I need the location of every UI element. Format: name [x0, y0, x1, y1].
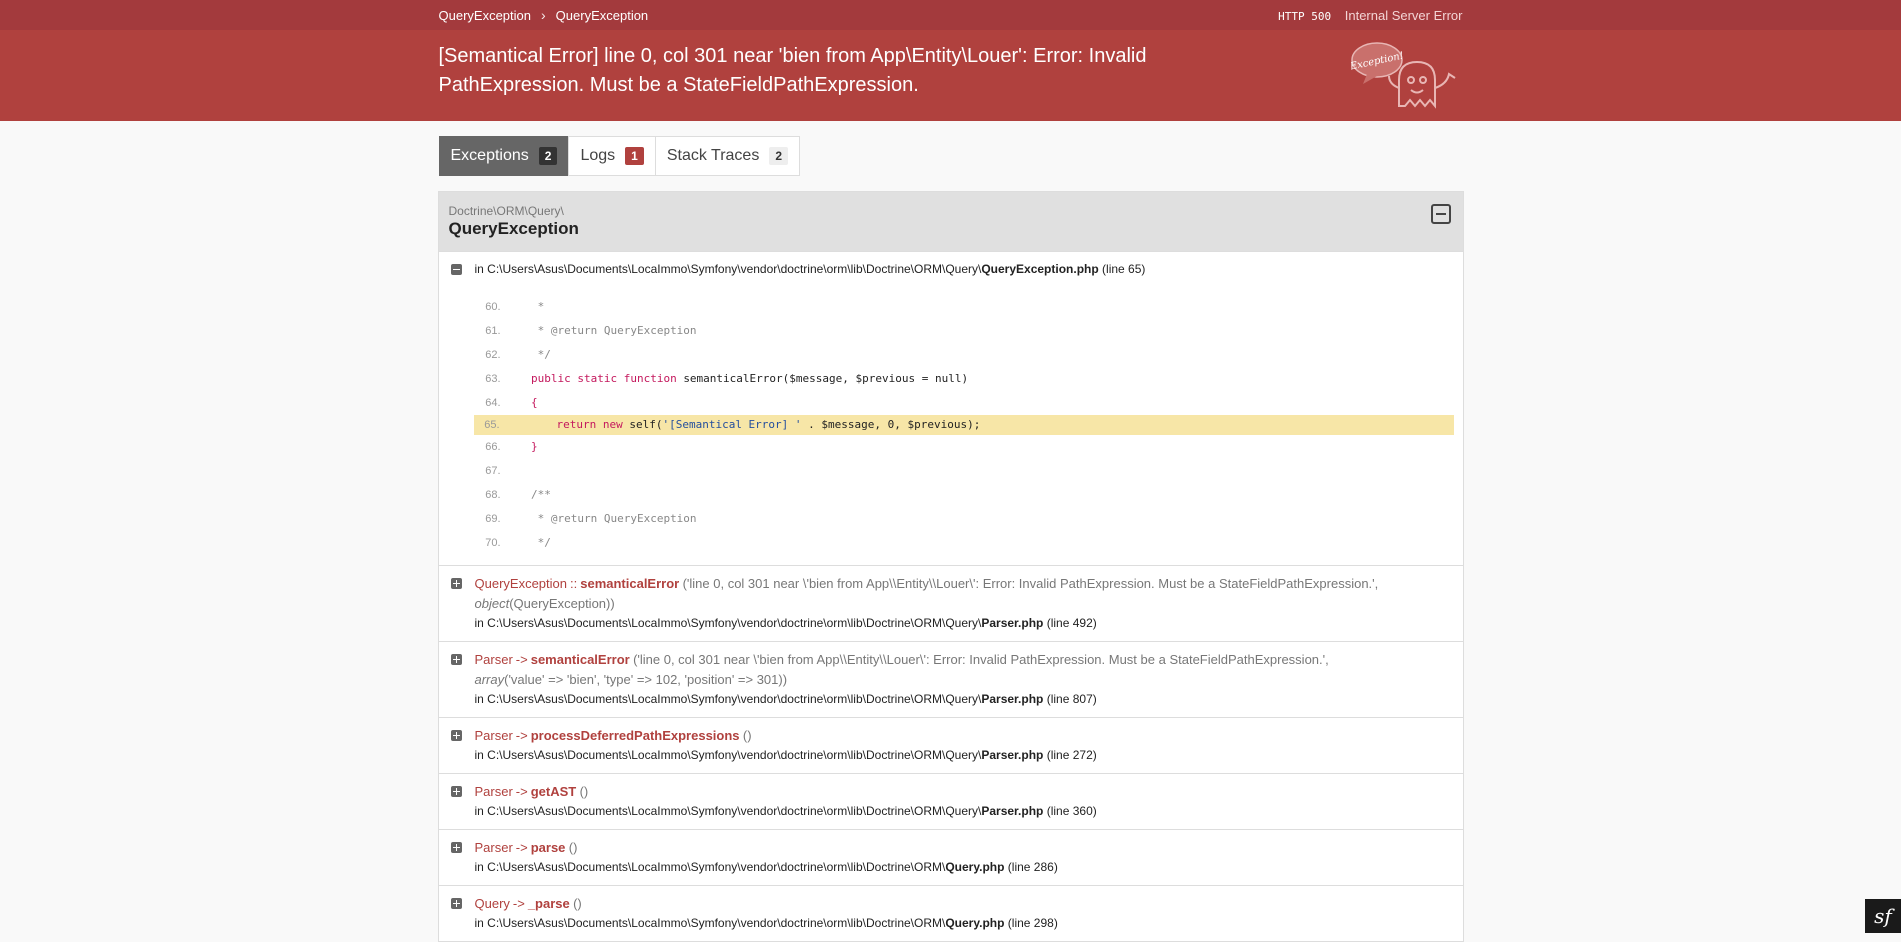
code-line: 62. */ — [485, 348, 551, 361]
function-name: parse — [530, 840, 566, 855]
collapse-icon[interactable] — [450, 264, 462, 275]
tab-stack-traces[interactable]: Stack Traces 2 — [654, 136, 801, 176]
code-line: 63. public static function semanticalErr… — [475, 367, 1453, 391]
function-name: semanticalError — [530, 652, 630, 667]
file-name: QueryException.php — [981, 262, 1099, 276]
file-path: in C:\Users\Asus\Documents\LocaImmo\Symf… — [474, 748, 1097, 762]
code-line: 60. * — [485, 300, 545, 313]
code-excerpt: 60. * 61. * @return QueryException 62. *… — [439, 287, 1463, 565]
code-line: 66. } — [485, 440, 538, 453]
code-line-highlighted: 65. return new self('[Semantical Error] … — [473, 415, 1454, 435]
tab-bar: Exceptions 2 Logs 1 Stack Traces 2 — [438, 136, 1463, 176]
tab-logs[interactable]: Logs 1 — [568, 136, 656, 176]
expand-icon[interactable] — [450, 786, 462, 797]
expand-icon[interactable] — [450, 654, 462, 665]
exception-header: [Semantical Error] line 0, col 301 near … — [0, 30, 1901, 121]
status-text: Internal Server Error — [1344, 7, 1463, 23]
trace-item-current: in C:\Users\Asus\Documents\LocaImmo\Symf… — [438, 251, 1463, 287]
trace-item: Parser -> processDeferredPathExpressions (… — [438, 717, 1463, 773]
code-fn-decl: public static function semanticalError($… — [504, 372, 969, 385]
function-name: getAST — [530, 784, 577, 799]
count-badge: 1 — [625, 147, 644, 165]
trace-item: Parser -> semanticalError ('line 0, col 30… — [438, 641, 1463, 717]
code-line: 67. — [485, 465, 501, 477]
tab-label: Exceptions — [450, 147, 529, 164]
exception-namespace: Doctrine\ORM\Query\ — [448, 204, 564, 218]
line-number: (line 65) — [1102, 262, 1146, 276]
function-name: _parse — [527, 896, 570, 911]
collapse-icon[interactable] — [1430, 204, 1451, 224]
file-path: in C:\Users\Asus\Documents\LocaImmo\Symf… — [474, 916, 1058, 930]
status-code: HTTP 500 — [1278, 9, 1332, 23]
trace-item: Parser -> getAST () in C:\Users\Asus\Docum… — [438, 773, 1463, 829]
code-line: 64. { — [485, 396, 538, 409]
file-path: in C:\Users\Asus\Documents\LocaImmo\Symf… — [474, 262, 1146, 276]
file-path: in C:\Users\Asus\Documents\LocaImmo\Symf… — [474, 860, 1058, 874]
exception-ghost-icon: Exception! — [1351, 42, 1456, 109]
count-badge: 2 — [538, 147, 558, 165]
code-line: 69. * @return QueryException — [485, 512, 697, 525]
exception-panel: Doctrine\ORM\Query\ QueryException in C:… — [437, 191, 1464, 942]
chevron-right-icon: › — [541, 7, 546, 23]
breadcrumb: QueryException › QueryException — [439, 7, 649, 23]
code-line: 61. * @return QueryException — [485, 324, 697, 337]
file-path: in C:\Users\Asus\Documents\LocaImmo\Symf… — [474, 692, 1097, 706]
breadcrumb-item[interactable]: QueryException — [556, 8, 649, 23]
expand-icon[interactable] — [450, 578, 462, 589]
trace-item: Parser -> parse () in C:\Users\Asus\Docume… — [438, 829, 1463, 885]
trace-item: QueryException:: semanticalError ('line 0… — [438, 565, 1463, 641]
tab-label: Logs — [580, 147, 616, 164]
file-path: in C:\Users\Asus\Documents\LocaImmo\Symf… — [474, 616, 1097, 630]
expand-icon[interactable] — [450, 898, 462, 909]
breadcrumb-item[interactable]: QueryException — [439, 8, 532, 23]
file-path: in C:\Users\Asus\Documents\LocaImmo\Symf… — [474, 804, 1097, 818]
function-name: processDeferredPathExpressions — [530, 728, 740, 743]
tab-exceptions[interactable]: Exceptions 2 — [438, 136, 570, 176]
code-line: 70. */ — [485, 536, 551, 549]
symfony-toolbar-icon[interactable]: sf — [1865, 899, 1901, 933]
top-bar: QueryException › QueryException HTTP 500… — [0, 0, 1901, 30]
expand-icon[interactable] — [450, 730, 462, 741]
tab-label: Stack Traces — [666, 147, 760, 164]
exception-message: [Semantical Error] line 0, col 301 near … — [438, 45, 1147, 96]
code-line: 68. /** — [485, 488, 551, 501]
expand-icon[interactable] — [450, 842, 462, 853]
exception-title: Doctrine\ORM\Query\ QueryException — [438, 192, 1463, 251]
exception-class: QueryException — [448, 219, 579, 238]
http-status: HTTP 500 Internal Server Error — [1242, 8, 1462, 23]
function-name: semanticalError — [580, 576, 680, 591]
count-badge: 2 — [769, 147, 789, 165]
